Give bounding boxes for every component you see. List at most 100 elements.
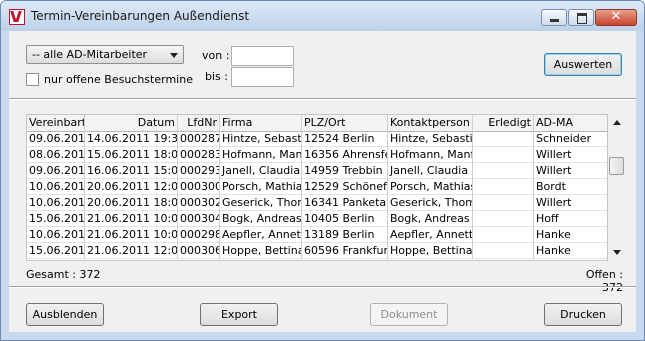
table-row[interactable]: 09.06.2011 14.06.2011 19:30 000287 Hintz… [27,131,607,147]
column-header-kontaktperson[interactable]: Kontaktperson [388,115,473,131]
arrow-down-icon [613,250,621,255]
evaluate-button[interactable]: Auswerten [544,53,622,76]
column-header-firma[interactable]: Firma [220,115,302,131]
arrow-up-icon [613,120,621,125]
table-row[interactable]: 10.06.2011 20.06.2011 18:00 000302 Geser… [27,195,607,211]
cell-erledigt [473,131,534,147]
appointments-table[interactable]: Vereinbart Datum LfdNr Firma PLZ/Ort Kon… [26,114,608,261]
cell-datum: 15.06.2011 18:00 [87,147,178,163]
close-icon: ✕ [610,9,622,24]
column-header-plz-ort[interactable]: PLZ/Ort [302,115,388,131]
cell-kontaktperson: Hoppe, Bettina [390,243,473,259]
scroll-thumb[interactable] [609,157,624,175]
employee-select-value: -- alle AD-Mitarbeiter [32,48,148,61]
chevron-down-icon [170,53,178,58]
cell-kontaktperson: Porsch, Mathias [390,179,473,195]
cell-kontaktperson: Janell, Claudia [388,163,473,179]
cell-firma: Janell, Claudia [222,163,302,179]
maximize-button[interactable] [568,9,594,26]
minimize-icon [550,19,559,22]
cell-vereinbart: 10.06.2011 [29,195,85,211]
table-row[interactable]: 10.06.2011 20.06.2011 12:00 000300 Porsc… [27,179,607,195]
cell-datum: 21.06.2011 10:00 [87,211,178,227]
app-window: Termin-Vereinbarungen Außendienst ✕ -- a… [0,0,645,341]
cell-ad-ma: Willert [536,148,572,161]
hide-button[interactable]: Ausblenden [26,303,104,326]
divider-top-highlight [9,99,636,100]
cell-lfdnr: 000300 [180,179,220,195]
cell-plz-ort: 12529 Schönefe [304,179,388,195]
table-vertical-scrollbar[interactable] [608,114,625,261]
cell-firma: Geserick, Thoma [220,195,302,211]
von-date-input[interactable] [231,46,294,66]
cell-plz-ort: 14959 Trebbin [302,163,388,179]
column-header-erledigt[interactable]: Erledigt [473,115,534,131]
table-row[interactable]: 10.06.2011 21.06.2011 10:00 000298 Aepfl… [27,227,607,243]
cell-kontaktperson: Hofmann, Manf [390,147,473,163]
export-button[interactable]: Export [200,303,278,326]
total-count: Gesamt : 372 [26,268,101,281]
cell-ad-ma: Willert [536,196,572,209]
cell-kontaktperson: Bogk, Andreas [388,211,473,227]
table-row[interactable]: 08.06.2011 15.06.2011 18:00 000283 Hofma… [27,147,607,163]
cell-datum: 21.06.2011 10:00 [87,227,178,243]
cell-plz-ort: 60596 Frankfurt [304,243,388,259]
table-row[interactable]: 15.06.2011 21.06.2011 12:00 000306 Hoppe… [27,243,607,259]
cell-vereinbart: 08.06.2011 [29,147,85,163]
cell-plz-ort: 13189 Berlin [302,227,388,243]
cell-erledigt [473,227,534,243]
cell-vereinbart: 15.06.2011 [29,211,85,227]
open-only-checkbox[interactable] [26,73,39,86]
print-button[interactable]: Drucken [544,303,622,326]
cell-plz-ort: 16356 Ahrensfe [304,147,388,163]
minimize-button[interactable] [541,9,567,26]
results-area: Vereinbart Datum LfdNr Firma PLZ/Ort Kon… [9,104,636,297]
cell-vereinbart: 15.06.2011 [29,243,85,259]
window-title: Termin-Vereinbarungen Außendienst [31,9,250,23]
cell-erledigt [473,195,534,211]
cell-ad-ma: Hanke [536,244,571,257]
cell-firma: Hoppe, Bettina [222,243,302,259]
bis-date-input[interactable] [231,67,294,87]
main-panel: -- alle AD-Mitarbeiter nur offene Besuch… [9,31,636,332]
close-button[interactable]: ✕ [595,9,637,26]
title-bar[interactable]: Termin-Vereinbarungen Außendienst ✕ [1,1,644,31]
cell-firma: Bogk, Andreas [222,211,302,227]
cell-erledigt [473,179,534,195]
cell-lfdnr: 000304 [180,211,220,227]
cell-plz-ort: 16341 Panketal [304,195,388,211]
column-header-ad-ma[interactable]: AD-MA [534,115,607,131]
cell-datum: 21.06.2011 12:00 [87,243,178,259]
cell-datum: 14.06.2011 19:30 [87,131,178,147]
divider-bottom-highlight [9,287,636,288]
document-button[interactable]: Dokument [370,303,448,326]
cell-vereinbart: 09.06.2011 [29,131,85,147]
cell-plz-ort: 12524 Berlin [302,131,388,147]
cell-ad-ma: Bordt [536,180,566,193]
von-label: von : [202,49,230,62]
cell-lfdnr: 000293 [180,163,220,179]
cell-lfdnr: 000298 [180,227,220,243]
cell-vereinbart: 09.06.2011 [29,163,85,179]
cell-vereinbart: 10.06.2011 [29,227,85,243]
cell-erledigt [473,243,534,259]
cell-firma: Hintze, Sebastia [222,131,302,147]
cell-erledigt [473,211,534,227]
scroll-down-button[interactable] [608,244,625,261]
maximize-icon [577,13,587,24]
cell-ad-ma: Willert [536,164,572,177]
column-header-vereinbart[interactable]: Vereinbart [27,115,85,131]
cell-kontaktperson: Geserick, Thoma [388,195,473,211]
table-row[interactable]: 15.06.2011 21.06.2011 10:00 000304 Bogk,… [27,211,607,227]
cell-lfdnr: 000287 [180,131,220,147]
column-header-lfdnr[interactable]: LfdNr [178,115,220,131]
column-header-datum[interactable]: Datum [85,115,178,131]
cell-lfdnr: 000283 [180,147,220,163]
employee-select[interactable]: -- alle AD-Mitarbeiter [26,45,184,64]
cell-kontaktperson: Hintze, Sebastia [390,131,473,147]
table-header: Vereinbart Datum LfdNr Firma PLZ/Ort Kon… [27,115,607,132]
scroll-up-button[interactable] [608,114,625,131]
table-row[interactable]: 09.06.2011 16.06.2011 15:00 000293 Janel… [27,163,607,179]
cell-datum: 16.06.2011 15:00 [87,163,178,179]
app-logo-icon [9,9,25,25]
